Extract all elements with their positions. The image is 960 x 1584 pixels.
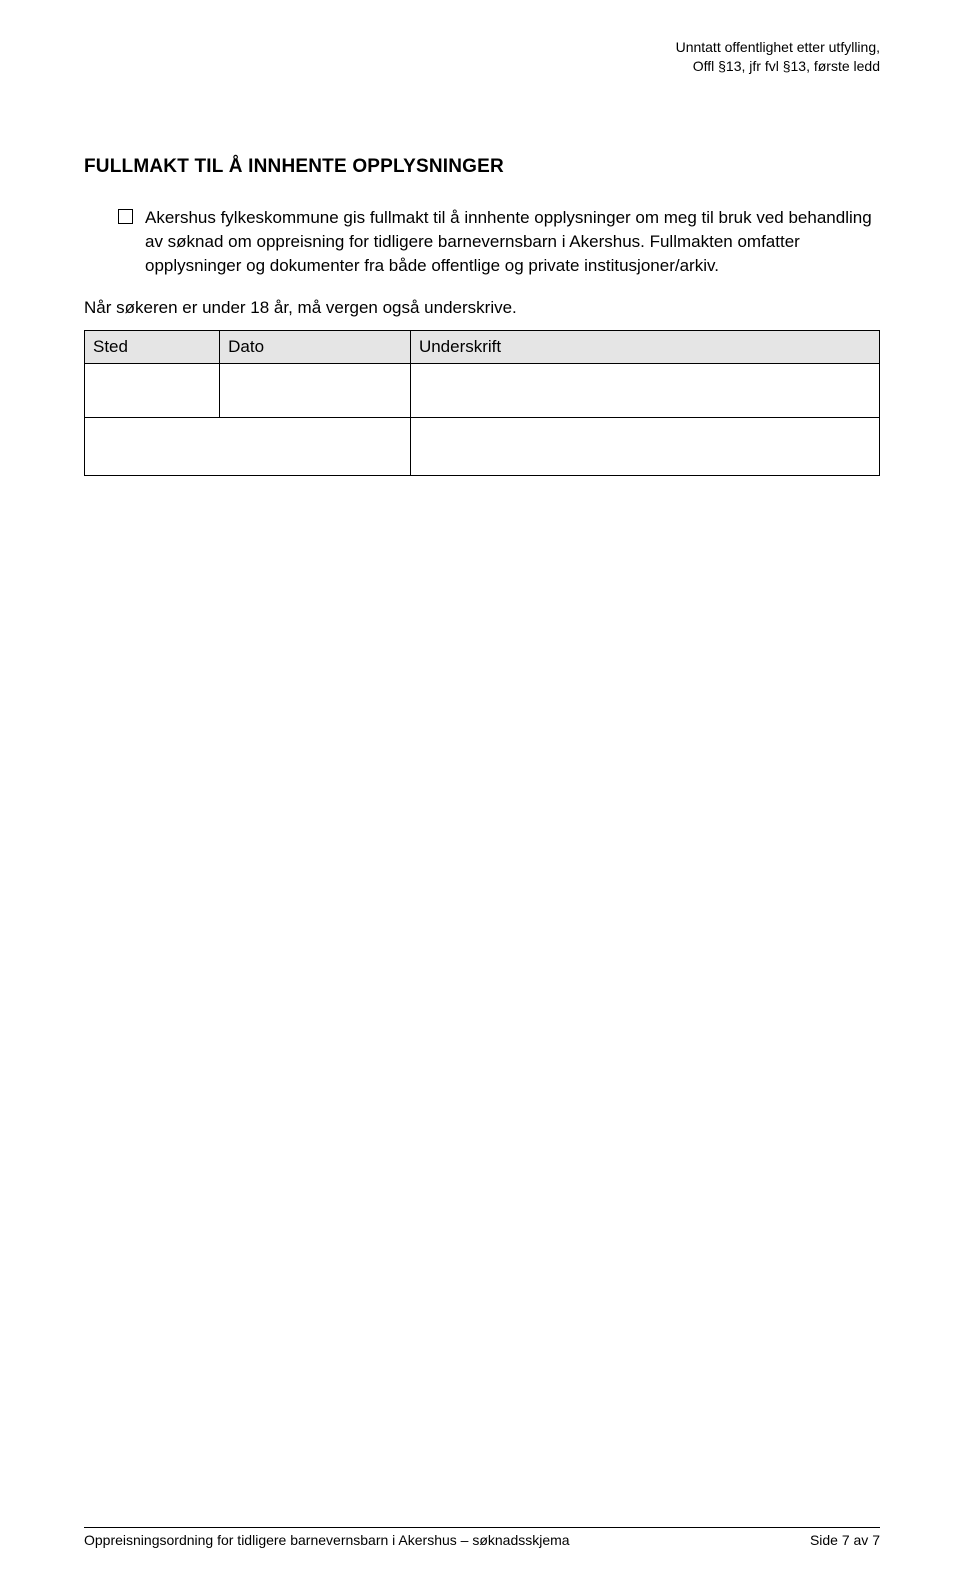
table-header-row: Sted Dato Underskrift (85, 331, 880, 364)
table-row (85, 364, 880, 418)
cell-steddato-2[interactable] (85, 418, 411, 476)
exempt-line-1: Unntatt offentlighet etter utfylling, (676, 38, 880, 57)
consent-checkbox[interactable] (118, 209, 133, 224)
header-underskrift: Underskrift (410, 331, 879, 364)
consent-text: Akershus fylkeskommune gis fullmakt til … (145, 206, 880, 278)
footer-left: Oppreisningsordning for tidligere barnev… (84, 1532, 570, 1548)
undersign-note: Når søkeren er under 18 år, må vergen og… (84, 298, 880, 318)
header-dato: Dato (220, 331, 411, 364)
footer-right: Side 7 av 7 (810, 1532, 880, 1548)
page-title: FULLMAKT TIL Å INNHENTE OPPLYSNINGER (84, 156, 880, 178)
exempt-line-2: Offl §13, jfr fvl §13, første ledd (676, 57, 880, 76)
cell-underskrift-1[interactable] (410, 364, 879, 418)
cell-sted-1[interactable] (85, 364, 220, 418)
signature-table: Sted Dato Underskrift (84, 330, 880, 476)
header-exemption-notice: Unntatt offentlighet etter utfylling, Of… (676, 38, 880, 76)
table-row (85, 418, 880, 476)
page-footer: Oppreisningsordning for tidligere barnev… (84, 1527, 880, 1548)
cell-dato-1[interactable] (220, 364, 411, 418)
consent-row: Akershus fylkeskommune gis fullmakt til … (118, 206, 880, 278)
header-sted: Sted (85, 331, 220, 364)
cell-underskrift-2[interactable] (410, 418, 879, 476)
